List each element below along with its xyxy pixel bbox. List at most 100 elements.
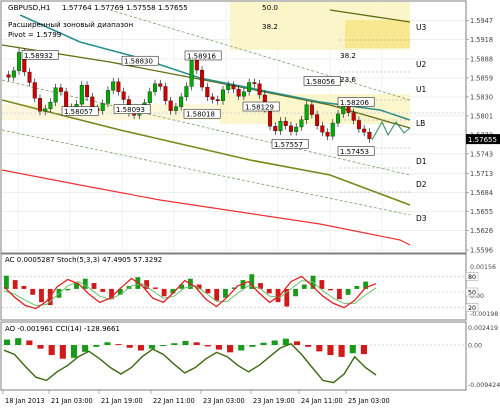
- zone-band-fib: [345, 20, 410, 48]
- candle-down: [315, 114, 320, 126]
- candle-down: [64, 91, 69, 108]
- candle-down: [168, 100, 173, 111]
- ao-axis-label: -0.009424: [468, 382, 500, 389]
- candle-down: [231, 84, 236, 90]
- ac-bar: [65, 288, 71, 291]
- level-label: 1.58018: [186, 111, 215, 119]
- candle-up: [226, 84, 231, 90]
- ao-bar: [126, 345, 133, 348]
- fib-label: 38.2: [340, 51, 356, 60]
- candle-up: [53, 87, 58, 103]
- candle-up: [111, 81, 116, 91]
- candle-down: [351, 112, 356, 121]
- ac-stoch-pane: AC 0.0005287 Stoch(5,3,3) 47.4905 57.329…: [0, 253, 498, 321]
- candle-down: [283, 120, 288, 126]
- candle-up: [330, 122, 335, 137]
- ao-bar: [148, 345, 156, 349]
- time-tick-label: 25 Jan 03:00: [348, 397, 390, 405]
- price-axis-label: 1.5713: [470, 170, 493, 178]
- fib-label: 38.2: [262, 22, 278, 31]
- candle-up: [336, 113, 340, 124]
- candle-up: [247, 82, 252, 92]
- price-axis-label: 1.5684: [470, 189, 493, 197]
- ao-bar: [227, 345, 234, 353]
- candle-down: [163, 86, 168, 101]
- ao-bar: [238, 345, 245, 351]
- ac-bar: [152, 287, 158, 289]
- time-tick-label: 23 Jan 19:00: [253, 397, 295, 405]
- ao-bar: [37, 345, 44, 349]
- trading-chart: 1.58932 1.58830 1.58916 1.58056 1.58206 1.580…: [0, 0, 500, 408]
- candle-down: [309, 104, 314, 115]
- candle-down: [85, 84, 90, 98]
- ac-bar: [266, 288, 272, 294]
- candle-down: [252, 82, 257, 84]
- ao-bar: [271, 340, 278, 346]
- ac-title: AC 0.0005287 Stoch(5,3,3) 47.4905 57.329…: [5, 256, 162, 264]
- candle-up: [147, 91, 152, 103]
- ac-bar: [21, 285, 27, 289]
- ao-bar: [293, 341, 301, 346]
- ao-bar: [215, 345, 223, 350]
- level-label: 1.58057: [64, 108, 93, 116]
- candle-up: [79, 84, 84, 105]
- ao-bar: [26, 340, 33, 346]
- ao-bar: [82, 345, 89, 352]
- candle-up: [189, 56, 194, 87]
- price-axis-label: 1.5830: [470, 93, 493, 101]
- price-axis-label: 1.5918: [470, 36, 493, 44]
- fib-label: 23.6: [340, 75, 356, 84]
- candle-down: [273, 126, 278, 132]
- candle-down: [356, 120, 361, 130]
- ao-bar: [260, 342, 267, 346]
- ao-bar: [59, 345, 66, 359]
- ao-bar: [204, 345, 211, 347]
- price-axis-label: 1.5655: [470, 208, 493, 216]
- candle-down: [38, 98, 42, 112]
- price-axis-label: 1.5888: [470, 55, 493, 63]
- stoch-level-label: 80: [468, 274, 476, 281]
- ac-bar: [293, 288, 298, 297]
- candle-down: [362, 128, 367, 133]
- time-tick-label: 23 Jan 03:00: [203, 397, 245, 405]
- candle-down: [27, 71, 32, 83]
- ac-bar: [39, 288, 44, 303]
- candle-down: [257, 83, 262, 96]
- current-price-label: 1.57655: [468, 136, 497, 144]
- level-label: 1.58206: [340, 99, 369, 107]
- ao-axis-label: 0.00: [468, 343, 482, 350]
- level-label: 1.58830: [124, 58, 153, 66]
- candle-down: [367, 132, 372, 139]
- zone-label: D2: [416, 180, 427, 189]
- indicator-caption: Расширенный зоновый диапазон: [8, 20, 134, 29]
- candle-down: [205, 86, 210, 98]
- candle-up: [278, 120, 283, 132]
- ao-axis-label: 0.002419: [468, 325, 498, 332]
- ao-bar: [182, 340, 189, 346]
- price-axis-label: 1.5626: [470, 227, 493, 235]
- time-tick-label: 22 Jan 11:00: [153, 397, 195, 405]
- ao-bar: [70, 345, 78, 358]
- level-label: 1.58932: [24, 52, 53, 60]
- ao-bar: [193, 342, 200, 346]
- ao-bar: [305, 345, 312, 347]
- zone-label: D1: [416, 157, 427, 166]
- level-label: 1.58916: [187, 52, 216, 60]
- level-label: 1.58093: [116, 106, 145, 114]
- chart-symbol: GBPUSD,H1: [8, 3, 50, 12]
- candle-up: [241, 91, 246, 97]
- ao-cci-pane: AO -0.001961 CCI(14) -128.9661 0.002419 0…: [0, 321, 500, 391]
- ao-bar: [349, 345, 356, 354]
- time-tick-label: 21 Jan 19:00: [101, 397, 143, 405]
- candle-up: [153, 83, 157, 92]
- candle-down: [325, 132, 330, 137]
- candle-down: [236, 88, 241, 97]
- ac-bar: [161, 288, 167, 297]
- ac-bar: [319, 280, 325, 289]
- ac-bar: [354, 285, 360, 289]
- ac-axis-label: 0.00156: [470, 264, 496, 271]
- candle-down: [215, 99, 220, 101]
- ao-bar: [93, 345, 100, 347]
- ao-bar: [137, 345, 144, 351]
- zone-label: LB: [416, 119, 425, 128]
